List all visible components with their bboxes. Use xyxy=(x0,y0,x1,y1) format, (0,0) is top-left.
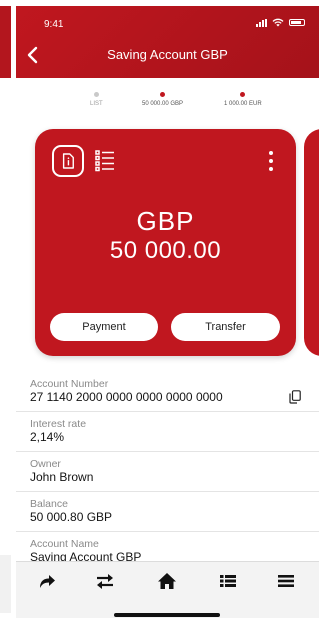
pager-item-list[interactable]: LIST xyxy=(90,92,103,107)
signal-icon xyxy=(256,18,267,27)
detail-row-account-number: Account Number 27 1140 2000 0000 0000 00… xyxy=(16,372,319,412)
detail-value: 2,14% xyxy=(30,430,65,444)
bottom-nav xyxy=(16,561,319,618)
detail-label: Owner xyxy=(30,458,61,470)
pager-dot xyxy=(240,92,246,97)
status-time: 9:41 xyxy=(44,19,64,30)
detail-row-interest-rate: Interest rate 2,14% xyxy=(16,412,319,452)
detail-label: Balance xyxy=(30,498,68,510)
pager-label: 1 000.00 EUR xyxy=(224,101,262,107)
share-arrow-icon[interactable] xyxy=(36,570,58,592)
pager-label: LIST xyxy=(90,101,103,107)
battery-icon xyxy=(289,19,305,26)
card-currency: GBP xyxy=(136,206,195,236)
wifi-icon xyxy=(272,18,284,27)
list-icon[interactable] xyxy=(217,570,239,592)
copy-icon[interactable] xyxy=(289,390,301,404)
pager-label: 50 000.00 GBP xyxy=(142,101,184,107)
document-icon[interactable] xyxy=(52,145,84,177)
detail-value: John Brown xyxy=(30,470,94,484)
menu-icon[interactable] xyxy=(275,570,297,592)
transfer-arrows-icon[interactable] xyxy=(94,570,116,592)
list-icon[interactable] xyxy=(94,148,116,172)
previous-screen-edge xyxy=(0,6,11,78)
pager-dot xyxy=(93,92,99,97)
account-pager: LIST 50 000.00 GBP 1 000.00 EUR xyxy=(16,92,319,116)
detail-row-balance: Balance 50 000.80 GBP xyxy=(16,492,319,532)
page-title: Saving Account GBP xyxy=(107,47,228,62)
detail-row-owner: Owner John Brown xyxy=(16,452,319,492)
account-details: Account Number 27 1140 2000 0000 0000 00… xyxy=(16,372,319,572)
detail-label: Account Name xyxy=(30,538,99,550)
previous-screen-nav-edge xyxy=(0,555,11,613)
status-icons xyxy=(256,18,305,27)
pager-item-eur[interactable]: 1 000.00 EUR xyxy=(224,92,262,107)
card-amount: 50 000.00 xyxy=(109,237,222,264)
detail-value: 50 000.80 GBP xyxy=(30,510,113,524)
next-account-card[interactable] xyxy=(304,129,319,356)
more-vertical-icon[interactable] xyxy=(264,149,278,173)
account-card[interactable]: GBP 50 000.00 Payment Transfer xyxy=(35,129,296,356)
detail-label: Account Number xyxy=(30,378,109,390)
header: 9:41 Saving Account GBP xyxy=(16,6,319,78)
detail-value: 27 1140 2000 0000 0000 0000 0000 xyxy=(30,390,223,404)
account-detail-screen: 9:41 Saving Account GBP LIST 50 000.00 G… xyxy=(16,6,319,618)
payment-button[interactable]: Payment xyxy=(50,313,158,341)
home-indicator[interactable] xyxy=(114,613,220,617)
pager-item-gbp[interactable]: 50 000.00 GBP xyxy=(142,92,183,107)
transfer-button[interactable]: Transfer xyxy=(171,313,280,341)
detail-label: Interest rate xyxy=(30,418,87,430)
home-icon[interactable] xyxy=(156,570,178,592)
pager-dot xyxy=(160,92,166,97)
